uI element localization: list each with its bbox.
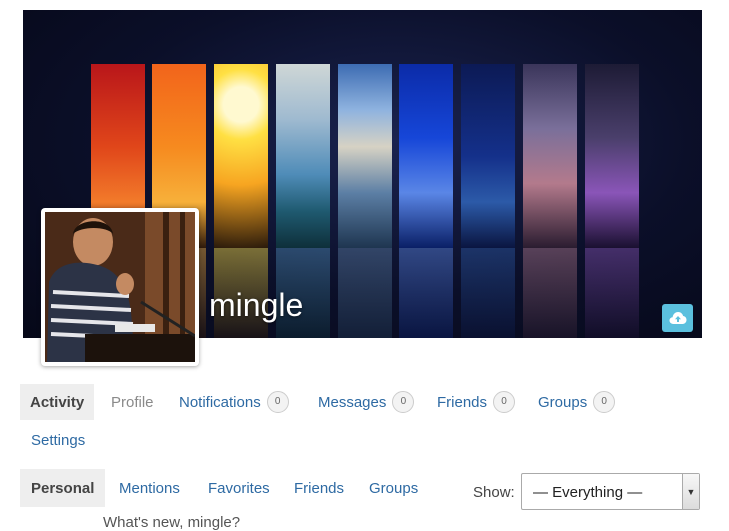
filter-selected-value: — Everything — xyxy=(533,484,643,501)
change-cover-button[interactable] xyxy=(662,304,693,332)
subtab-label: Groups xyxy=(369,479,419,497)
profile-username: mingle xyxy=(209,287,304,323)
chevron-down-icon[interactable]: ▼ xyxy=(682,474,699,509)
tab-label: Messages xyxy=(318,393,387,411)
subtab-mentions[interactable]: Mentions xyxy=(119,469,180,507)
tab-notifications[interactable]: Notifications 0 xyxy=(179,384,289,420)
tab-messages[interactable]: Messages 0 xyxy=(318,384,415,420)
cover-reflection xyxy=(338,248,392,338)
tab-label: Groups xyxy=(538,393,588,411)
tab-label: Activity xyxy=(30,393,85,411)
tab-settings[interactable]: Settings xyxy=(31,422,85,458)
cover-strip xyxy=(338,64,392,248)
tab-label: Settings xyxy=(31,431,86,449)
activity-filter-select[interactable]: — Everything — ▼ xyxy=(521,473,700,510)
subtab-personal[interactable]: Personal xyxy=(20,469,106,507)
cloud-upload-icon xyxy=(669,312,686,324)
subtab-label: Personal xyxy=(31,479,95,497)
avatar[interactable] xyxy=(45,212,195,362)
cover-strip xyxy=(399,64,453,248)
cover-reflection xyxy=(523,248,577,338)
filter-label: Show: xyxy=(473,484,515,501)
tab-label: Notifications xyxy=(179,393,261,411)
count-badge: 0 xyxy=(392,391,415,413)
count-badge: 0 xyxy=(493,391,516,413)
subtab-label: Friends xyxy=(294,479,345,497)
tab-groups[interactable]: Groups 0 xyxy=(538,384,616,420)
cover-strip xyxy=(585,64,639,248)
avatar-photo xyxy=(45,212,195,362)
cover-strip xyxy=(461,64,515,248)
count-badge: 0 xyxy=(266,391,289,413)
subtab-label: Mentions xyxy=(119,479,180,497)
cover-reflection xyxy=(399,248,453,338)
cover-reflection xyxy=(461,248,515,338)
count-badge: 0 xyxy=(593,391,616,413)
subtab-groups[interactable]: Groups xyxy=(369,469,418,507)
subtab-friends[interactable]: Friends xyxy=(294,469,344,507)
cover-strip xyxy=(214,64,268,248)
tab-label: Profile xyxy=(111,393,154,411)
tab-label: Friends xyxy=(437,393,488,411)
cover-reflection xyxy=(585,248,639,338)
subtab-favorites[interactable]: Favorites xyxy=(208,469,270,507)
subtab-label: Favorites xyxy=(208,479,270,497)
tab-activity[interactable]: Activity xyxy=(20,384,95,420)
tab-friends[interactable]: Friends 0 xyxy=(437,384,516,420)
tab-profile[interactable]: Profile xyxy=(111,384,154,420)
cover-strip xyxy=(523,64,577,248)
avatar-frame[interactable] xyxy=(41,208,199,366)
status-prompt: What's new, mingle? xyxy=(103,514,241,531)
cover-strip xyxy=(276,64,330,248)
